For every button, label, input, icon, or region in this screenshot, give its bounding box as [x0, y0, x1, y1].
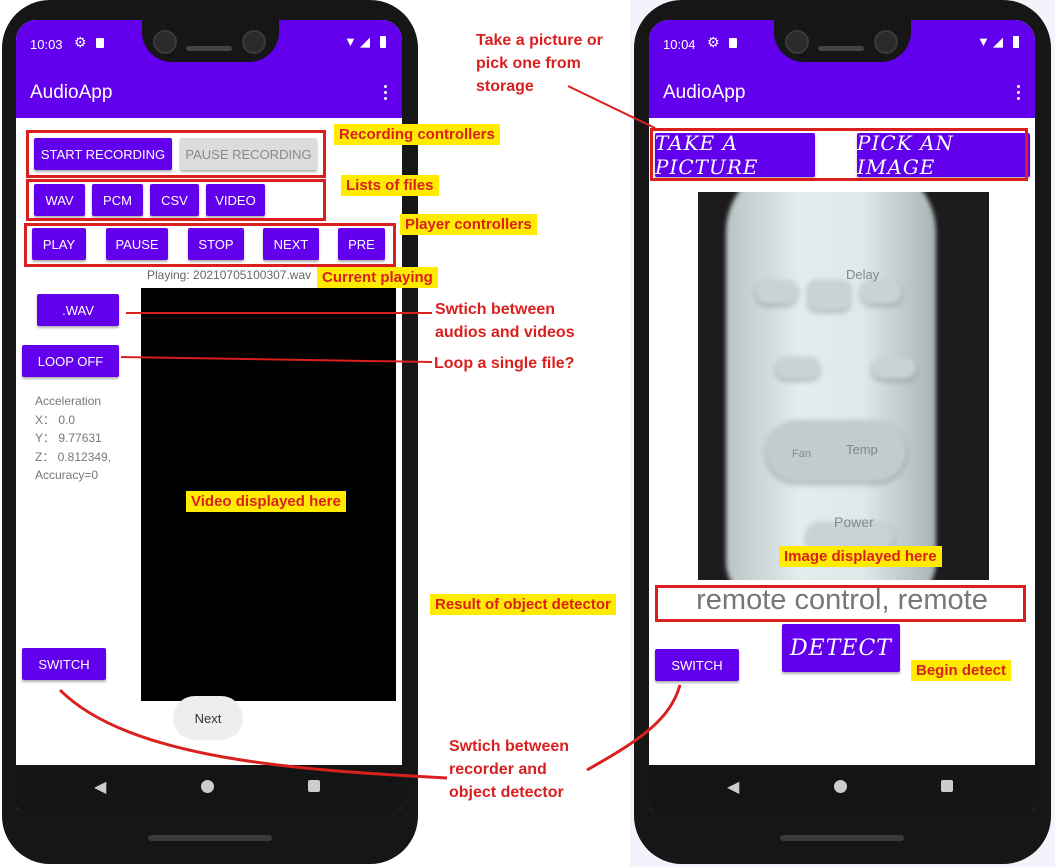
- note-line: recorder and: [449, 761, 547, 778]
- note-line: Swtich between: [435, 301, 556, 318]
- note-line: Swtich between: [449, 738, 570, 755]
- image-displayed-label: Image displayed here: [779, 546, 942, 567]
- video-displayed-label: Video displayed here: [186, 491, 346, 512]
- switch-audio-video-note: Swtich between audios and videos: [435, 298, 575, 344]
- current-playing-label: Current playing: [317, 267, 438, 288]
- take-pick-note: Take a picture or pick one from storage: [476, 29, 603, 98]
- player-controllers-label: Player controllers: [400, 214, 537, 235]
- note-line: object detector: [449, 784, 564, 801]
- note-line: pick one from: [476, 55, 581, 72]
- lists-of-files-label: Lists of files: [341, 175, 439, 196]
- recording-controllers-label: Recording controllers: [334, 124, 500, 145]
- begin-detect-label: Begin detect: [911, 660, 1012, 681]
- note-line: storage: [476, 78, 534, 95]
- switch-mode-note: Swtich between recorder and object detec…: [449, 735, 569, 804]
- result-detector-label: Result of object detector: [430, 594, 616, 615]
- note-line: Take a picture or: [476, 32, 603, 49]
- loop-single-note: Loop a single file?: [434, 355, 575, 372]
- note-line: audios and videos: [435, 324, 575, 341]
